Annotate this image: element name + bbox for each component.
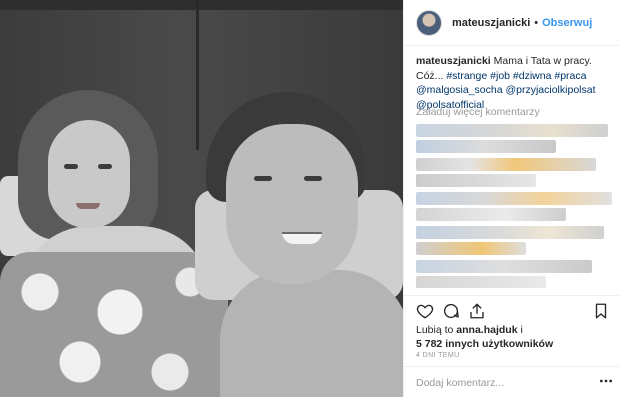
likes-prefix: Lubią to	[416, 324, 454, 336]
blurred-comment	[416, 174, 536, 187]
floral-blanket	[0, 252, 228, 397]
hashtag-link[interactable]: #job	[490, 70, 510, 82]
add-comment-input[interactable]	[416, 375, 586, 391]
blurred-comment	[416, 276, 546, 288]
post-photo[interactable]	[0, 0, 403, 397]
blurred-comment	[416, 260, 592, 273]
man-eye	[254, 176, 272, 181]
comment-icon[interactable]	[442, 302, 460, 320]
post-side-panel: mateuszjanicki • Obserwuj mateuszjanicki…	[403, 0, 619, 397]
woman-face	[48, 120, 130, 228]
man-eye	[304, 176, 322, 181]
blurred-comments	[416, 120, 619, 288]
mention-link[interactable]: @malgosia_socha	[416, 84, 503, 96]
post-actions	[404, 295, 619, 323]
more-dots-icon[interactable]	[598, 373, 614, 389]
likes-conjunction: i	[520, 324, 523, 336]
avatar[interactable]	[416, 9, 442, 36]
headboard-top	[0, 0, 403, 10]
post-header: mateuszjanicki • Obserwuj	[404, 0, 619, 46]
woman-eye	[64, 164, 78, 169]
hashtag-link[interactable]: #strange	[446, 70, 487, 82]
mention-link[interactable]: @przyjaciolkipolsat	[505, 84, 595, 96]
liker-username[interactable]: anna.hajduk	[456, 324, 517, 336]
blurred-comment	[416, 192, 612, 205]
post-timestamp[interactable]: 4 DNI TEMU	[416, 352, 460, 359]
share-icon[interactable]	[468, 302, 486, 320]
likes-count-link[interactable]: 5 782 innych użytkowników	[416, 338, 553, 350]
blurred-comment	[416, 226, 604, 239]
likes-line: Lubią to anna.hajduk i 5 782 innych użyt…	[416, 323, 616, 351]
man-mouth	[282, 232, 322, 244]
add-comment-bar	[404, 366, 619, 397]
hashtag-link[interactable]: #praca	[554, 70, 586, 82]
bookmark-icon[interactable]	[592, 302, 610, 320]
blurred-comment	[416, 124, 608, 137]
woman-eye	[98, 164, 112, 169]
headboard-seam	[196, 0, 199, 150]
heart-icon[interactable]	[416, 302, 434, 320]
follow-button[interactable]: Obserwuj	[542, 17, 592, 29]
woman-mouth	[76, 203, 100, 209]
hashtag-link[interactable]: #dziwna	[513, 70, 552, 82]
caption-username[interactable]: mateuszjanicki	[416, 55, 491, 67]
post-username[interactable]: mateuszjanicki	[452, 17, 530, 29]
load-more-comments-button[interactable]: Załaduj więcej komentarzy	[416, 106, 540, 118]
separator-dot: •	[534, 16, 539, 29]
blurred-comment	[416, 242, 526, 255]
man-shoulders	[220, 270, 403, 397]
man-face	[226, 124, 358, 284]
blurred-comment	[416, 140, 556, 153]
blurred-comment	[416, 208, 566, 221]
post-caption: mateuszjanicki Mama i Tata w pracy. Cóż.…	[416, 54, 612, 112]
blurred-comment	[416, 158, 596, 171]
